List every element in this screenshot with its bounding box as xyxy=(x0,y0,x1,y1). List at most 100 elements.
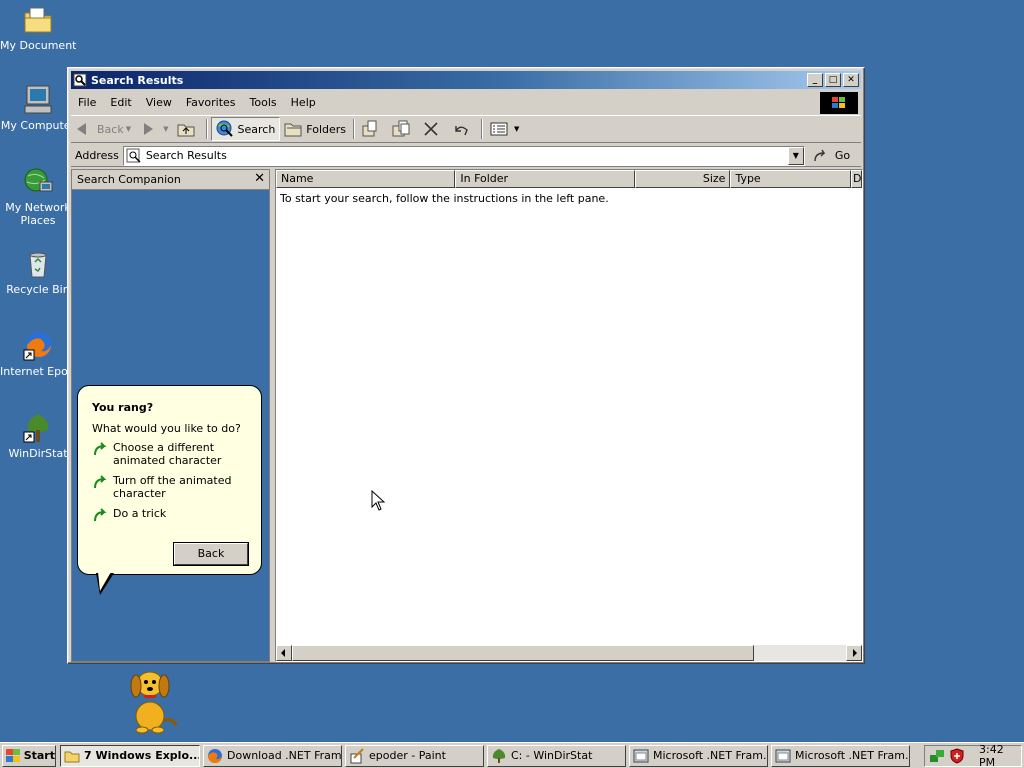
desktop-icon-windirstat[interactable]: WinDirStat xyxy=(0,412,76,460)
minimize-button[interactable]: _ xyxy=(807,73,823,87)
option-do-a-trick[interactable]: Do a trick xyxy=(92,507,257,523)
task-windows-explorer[interactable]: 7 Windows Explo... ▼ xyxy=(60,744,200,767)
up-folder-button[interactable] xyxy=(173,117,203,141)
desktop-icon-my-network-places[interactable]: My Network Places xyxy=(0,166,76,227)
go-button[interactable]: Go xyxy=(813,149,850,163)
go-label: Go xyxy=(834,149,851,162)
start-button[interactable]: Start xyxy=(2,744,56,767)
close-button[interactable]: ✕ xyxy=(843,73,859,87)
security-shield-icon[interactable] xyxy=(949,748,965,764)
column-header-row: Name In Folder Size Type D xyxy=(276,170,862,188)
undo-button[interactable] xyxy=(448,117,478,141)
menu-bar: File Edit View Favorites Tools Help xyxy=(71,91,861,114)
scroll-left-button[interactable] xyxy=(276,645,292,661)
back-label: Back xyxy=(97,122,124,136)
task-label: C: - WinDirStat xyxy=(511,749,593,762)
back-arrow-icon xyxy=(75,120,93,138)
views-dropdown-icon[interactable]: ▼ xyxy=(514,125,519,133)
delete-x-icon xyxy=(422,120,440,138)
toolbar: Back ▼ ▼ Search Folders ▼ xyxy=(71,115,861,143)
forward-dropdown-icon[interactable]: ▼ xyxy=(163,125,168,133)
column-date-modified[interactable]: D xyxy=(851,170,862,188)
desktop-icon-label: Internet Epoder xyxy=(0,365,76,378)
address-bar: Address Search Results ▼ Go xyxy=(71,145,861,167)
balloon-question: What would you like to do? xyxy=(92,422,241,435)
option-label: Do a trick xyxy=(113,507,167,520)
forward-button[interactable]: ▼ xyxy=(135,117,172,141)
task-label: Microsoft .NET Fram... xyxy=(795,749,910,762)
windows-logo-icon xyxy=(820,92,858,114)
search-companion-pane: Search Companion ✕ You rang? What would … xyxy=(71,169,270,734)
mouse-cursor-icon xyxy=(371,489,386,512)
menu-favorites[interactable]: Favorites xyxy=(179,96,243,109)
copy-to-icon xyxy=(392,120,410,138)
scroll-thumb[interactable] xyxy=(292,645,754,661)
network-tray-icon[interactable] xyxy=(929,748,945,764)
desktop-icon-label: My Computer xyxy=(0,119,76,132)
views-button[interactable]: ▼ xyxy=(486,117,523,141)
windows-flag-icon xyxy=(5,748,21,763)
balloon-back-button[interactable]: Back xyxy=(174,543,248,565)
menu-help[interactable]: Help xyxy=(284,96,323,109)
results-empty-message: To start your search, follow the instruc… xyxy=(280,192,609,205)
search-results-window: Search Results _ □ ✕ File Edit View Favo… xyxy=(67,67,865,734)
horizontal-scrollbar[interactable] xyxy=(276,645,862,661)
windirstat-icon xyxy=(491,748,507,764)
folders-button[interactable]: Folders xyxy=(280,117,350,141)
up-folder-icon xyxy=(177,120,195,138)
folders-icon xyxy=(284,120,302,138)
search-companion-header: Search Companion ✕ xyxy=(72,170,269,190)
desktop-icon-recycle-bin[interactable]: Recycle Bin xyxy=(0,248,76,296)
menu-view[interactable]: View xyxy=(139,96,179,109)
column-in-folder[interactable]: In Folder xyxy=(455,170,635,188)
close-pane-icon[interactable]: ✕ xyxy=(254,172,265,186)
desktop-icon-label: My Network xyxy=(5,201,71,214)
desktop-icon-my-computer[interactable]: My Computer xyxy=(0,84,76,132)
column-type[interactable]: Type xyxy=(730,170,852,188)
option-line1: Choose a different xyxy=(113,441,215,454)
maximize-button[interactable]: □ xyxy=(825,73,841,87)
menu-tools[interactable]: Tools xyxy=(243,96,284,109)
menu-file[interactable]: File xyxy=(71,96,103,109)
title-bar[interactable]: Search Results _ □ ✕ xyxy=(71,71,861,89)
menu-edit[interactable]: Edit xyxy=(103,96,138,109)
task-windirstat[interactable]: C: - WinDirStat xyxy=(487,744,626,767)
green-arrow-icon xyxy=(92,441,108,457)
address-value: Search Results xyxy=(145,149,227,162)
task-label: Download .NET Fram... xyxy=(227,749,342,762)
option-turn-off-character[interactable]: Turn off the animated character xyxy=(92,474,257,500)
search-button[interactable]: Search xyxy=(210,117,281,141)
desktop-icon-label: Recycle Bin xyxy=(6,283,70,296)
delete-button[interactable] xyxy=(418,117,448,141)
back-button[interactable]: Back ▼ xyxy=(71,117,135,141)
scroll-right-button[interactable] xyxy=(846,645,862,661)
folder-documents-icon xyxy=(22,4,54,36)
task-download-net[interactable]: Download .NET Fram... xyxy=(203,744,342,767)
forward-arrow-icon xyxy=(139,120,157,138)
go-arrow-icon xyxy=(813,149,829,163)
column-name[interactable]: Name xyxy=(276,170,456,188)
address-dropdown-button[interactable]: ▼ xyxy=(787,146,804,165)
address-field[interactable]: Search Results ▼ xyxy=(122,145,805,166)
desktop-icon-my-documents[interactable]: My Documents xyxy=(0,4,76,52)
option-choose-character[interactable]: Choose a different animated character xyxy=(92,441,257,467)
assistant-balloon: You rang? What would you like to do? Cho… xyxy=(77,385,262,595)
system-tray: 3:42 PM xyxy=(924,743,1022,768)
balloon-tail xyxy=(96,572,114,595)
column-size[interactable]: Size xyxy=(634,170,731,188)
desktop-icon-internet-epoder[interactable]: Internet Epoder xyxy=(0,330,76,378)
task-net-framework-1[interactable]: Microsoft .NET Fram... xyxy=(629,744,768,767)
task-net-framework-2[interactable]: Microsoft .NET Fram... xyxy=(771,744,910,767)
task-list: 7 Windows Explo... ▼ Download .NET Fram.… xyxy=(60,744,913,767)
folders-label: Folders xyxy=(306,122,347,136)
move-to-button[interactable] xyxy=(358,117,388,141)
paint-icon xyxy=(349,747,365,764)
move-to-icon xyxy=(362,120,380,138)
rover-dog-icon[interactable] xyxy=(120,662,180,734)
copy-to-button[interactable] xyxy=(388,117,418,141)
task-label: 7 Windows Explo... xyxy=(84,749,200,762)
clock[interactable]: 3:42 PM xyxy=(979,743,1021,768)
back-dropdown-icon[interactable]: ▼ xyxy=(126,125,131,133)
balloon-heading: You rang? xyxy=(92,401,154,414)
task-paint[interactable]: epoder - Paint xyxy=(345,744,484,767)
